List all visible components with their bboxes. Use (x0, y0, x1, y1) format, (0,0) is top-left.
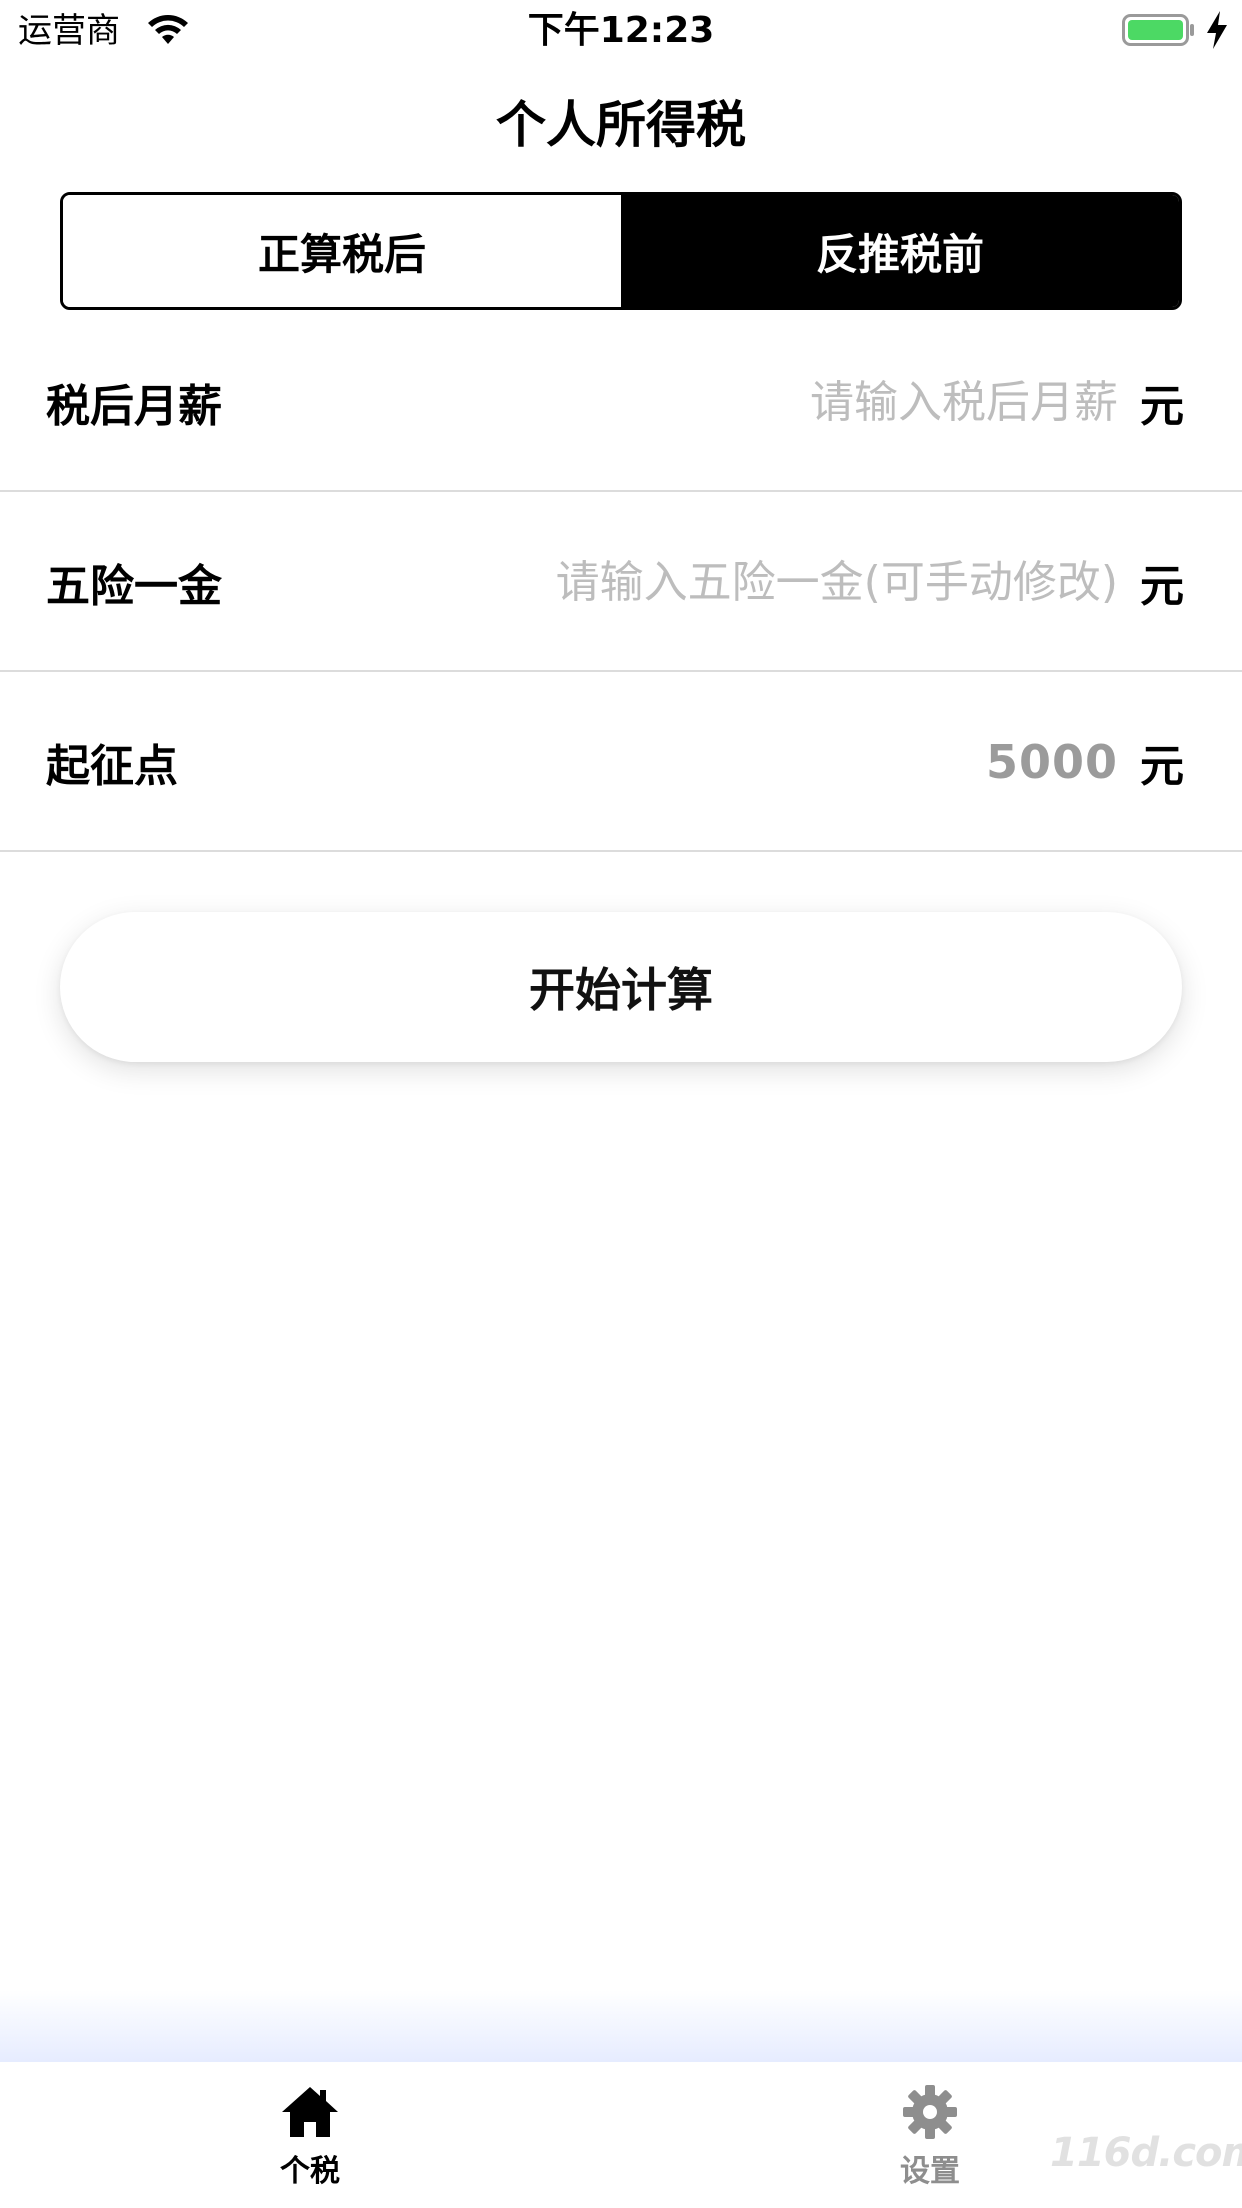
threshold-label: 起征点 (46, 741, 178, 792)
insurance-fund-input[interactable] (358, 556, 1118, 608)
after-tax-salary-unit: 元 (1140, 381, 1184, 432)
page-title: 个人所得税 (496, 96, 746, 154)
gear-icon (903, 2085, 957, 2139)
threshold-value[interactable]: 5000 (986, 735, 1118, 789)
home-icon (282, 2087, 338, 2137)
form-row-after-tax-salary: 税后月薪 元 (0, 312, 1242, 492)
status-bar: 运营商 下午12:23 (0, 0, 1242, 62)
status-time: 下午12:23 (527, 10, 715, 51)
start-calculation-button[interactable]: 开始计算 (60, 912, 1182, 1062)
after-tax-salary-input[interactable] (358, 376, 1118, 428)
tab-label-personal-tax: 个税 (280, 2154, 340, 2189)
insurance-fund-label: 五险一金 (46, 561, 222, 612)
tab-settings[interactable]: 设置 (800, 2062, 1060, 2208)
threshold-value-wrap: 5000 (986, 672, 1118, 852)
segment-forward-calc[interactable]: 正算税后 (63, 195, 621, 307)
after-tax-salary-label: 税后月薪 (46, 381, 222, 432)
watermark-logo: 116d.com (1050, 2130, 1242, 2176)
form-row-insurance-fund: 五险一金 元 (0, 492, 1242, 672)
insurance-fund-input-wrap (358, 492, 1118, 672)
tab-label-settings: 设置 (900, 2154, 960, 2189)
segment-reverse-calc[interactable]: 反推税前 (621, 195, 1179, 307)
mode-segmented-control: 正算税后 反推税前 (60, 192, 1182, 310)
threshold-unit: 元 (1140, 741, 1184, 792)
tab-personal-tax[interactable]: 个税 (180, 2062, 440, 2208)
charging-icon (1207, 11, 1227, 49)
form-row-threshold[interactable]: 起征点 5000 元 (0, 672, 1242, 852)
app-screen: 运营商 下午12:23 个人所得税 正算税后 反推税前 税后月薪 元 五险一金 (0, 0, 1242, 2208)
insurance-fund-unit: 元 (1140, 561, 1184, 612)
battery-icon (1122, 14, 1194, 46)
tab-bar-fade (0, 1990, 1242, 2062)
after-tax-salary-input-wrap (358, 312, 1118, 492)
